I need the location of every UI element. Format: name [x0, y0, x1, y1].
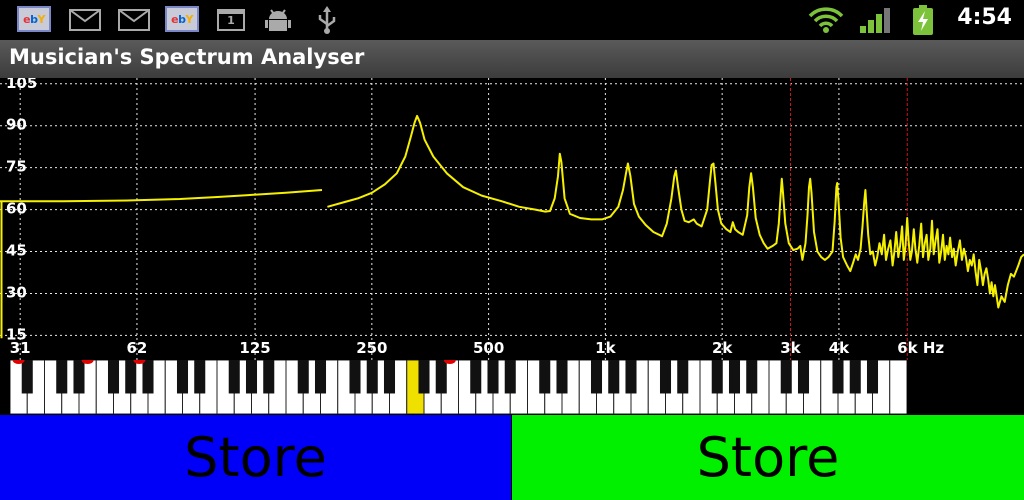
black-key — [435, 360, 447, 394]
ebay-icon: ebY — [165, 6, 199, 32]
black-key — [625, 360, 637, 394]
black-key — [711, 360, 723, 394]
x-tick-label: 3k — [780, 339, 801, 357]
black-key — [849, 360, 861, 394]
black-key — [21, 360, 33, 394]
ebay-icon: ebY — [17, 6, 51, 32]
black-key — [590, 360, 603, 394]
x-tick-label: 125 — [239, 339, 270, 357]
y-tick-label: 30 — [6, 283, 27, 301]
x-tick-label: 500 — [473, 339, 504, 357]
x-tick-label: 31 — [10, 339, 31, 357]
black-key — [539, 360, 551, 394]
x-tick-label: 250 — [356, 339, 387, 357]
mail-icon — [117, 6, 151, 34]
black-key — [780, 360, 792, 394]
black-key — [194, 360, 206, 394]
black-key — [176, 360, 189, 394]
store-button-left[interactable]: Store — [0, 415, 511, 500]
black-key — [125, 360, 137, 394]
black-key — [263, 360, 275, 394]
status-bar: ebY ebY 1 4:54 — [0, 0, 1024, 40]
calendar-icon: 1 — [215, 6, 247, 34]
grid — [0, 78, 1024, 360]
black-key — [297, 360, 309, 394]
black-key — [659, 360, 672, 394]
spectrum-line — [327, 114, 1024, 309]
y-tick-label: 45 — [6, 242, 27, 260]
black-key — [56, 360, 68, 394]
black-key — [487, 360, 499, 394]
x-tick-label: 4k — [829, 339, 850, 357]
spectrum-line — [0, 189, 323, 339]
black-key — [746, 360, 758, 394]
app-title: Musician's Spectrum Analyser — [9, 45, 365, 69]
white-key — [889, 360, 907, 414]
black-key — [418, 360, 430, 394]
x-tick-label: 6k Hz — [897, 339, 944, 357]
spectrum-chart[interactable]: 10590756045301531 62 125 250 500 1k 2k 3k 4k 6k H… — [0, 78, 1024, 360]
black-key — [107, 360, 120, 394]
black-key — [677, 360, 689, 394]
black-key — [797, 360, 810, 394]
black-key — [832, 360, 844, 394]
usb-icon — [314, 6, 340, 34]
black-key — [866, 360, 879, 394]
title-bar: Musician's Spectrum Analyser — [0, 40, 1024, 78]
black-key — [366, 360, 378, 394]
black-key — [349, 360, 361, 394]
wifi-icon — [808, 6, 844, 34]
black-key — [728, 360, 741, 394]
black-key — [608, 360, 620, 394]
store-button-label: Store — [696, 426, 840, 489]
clock: 4:54 — [957, 5, 1012, 30]
y-tick-label: 90 — [6, 116, 27, 134]
y-tick-label: 105 — [6, 78, 37, 92]
y-tick-label: 60 — [6, 200, 27, 218]
black-key — [245, 360, 258, 394]
black-key — [556, 360, 568, 394]
black-key — [228, 360, 240, 394]
x-tick-label: 2k — [712, 339, 733, 357]
battery-charging-icon — [909, 5, 937, 35]
black-key — [383, 360, 396, 394]
black-key — [142, 360, 154, 394]
store-button-right[interactable]: Store — [512, 415, 1024, 500]
black-key — [314, 360, 327, 394]
signal-icon — [857, 6, 893, 34]
android-debug-icon — [262, 6, 294, 34]
x-tick-label: 62 — [127, 339, 148, 357]
black-key — [73, 360, 85, 394]
y-tick-label: 75 — [6, 158, 27, 176]
black-key — [470, 360, 482, 394]
black-key — [504, 360, 516, 394]
store-button-label: Store — [184, 426, 327, 489]
x-tick-label: 1k — [595, 339, 616, 357]
piano-keyboard[interactable] — [10, 360, 907, 414]
mail-icon — [68, 6, 102, 34]
